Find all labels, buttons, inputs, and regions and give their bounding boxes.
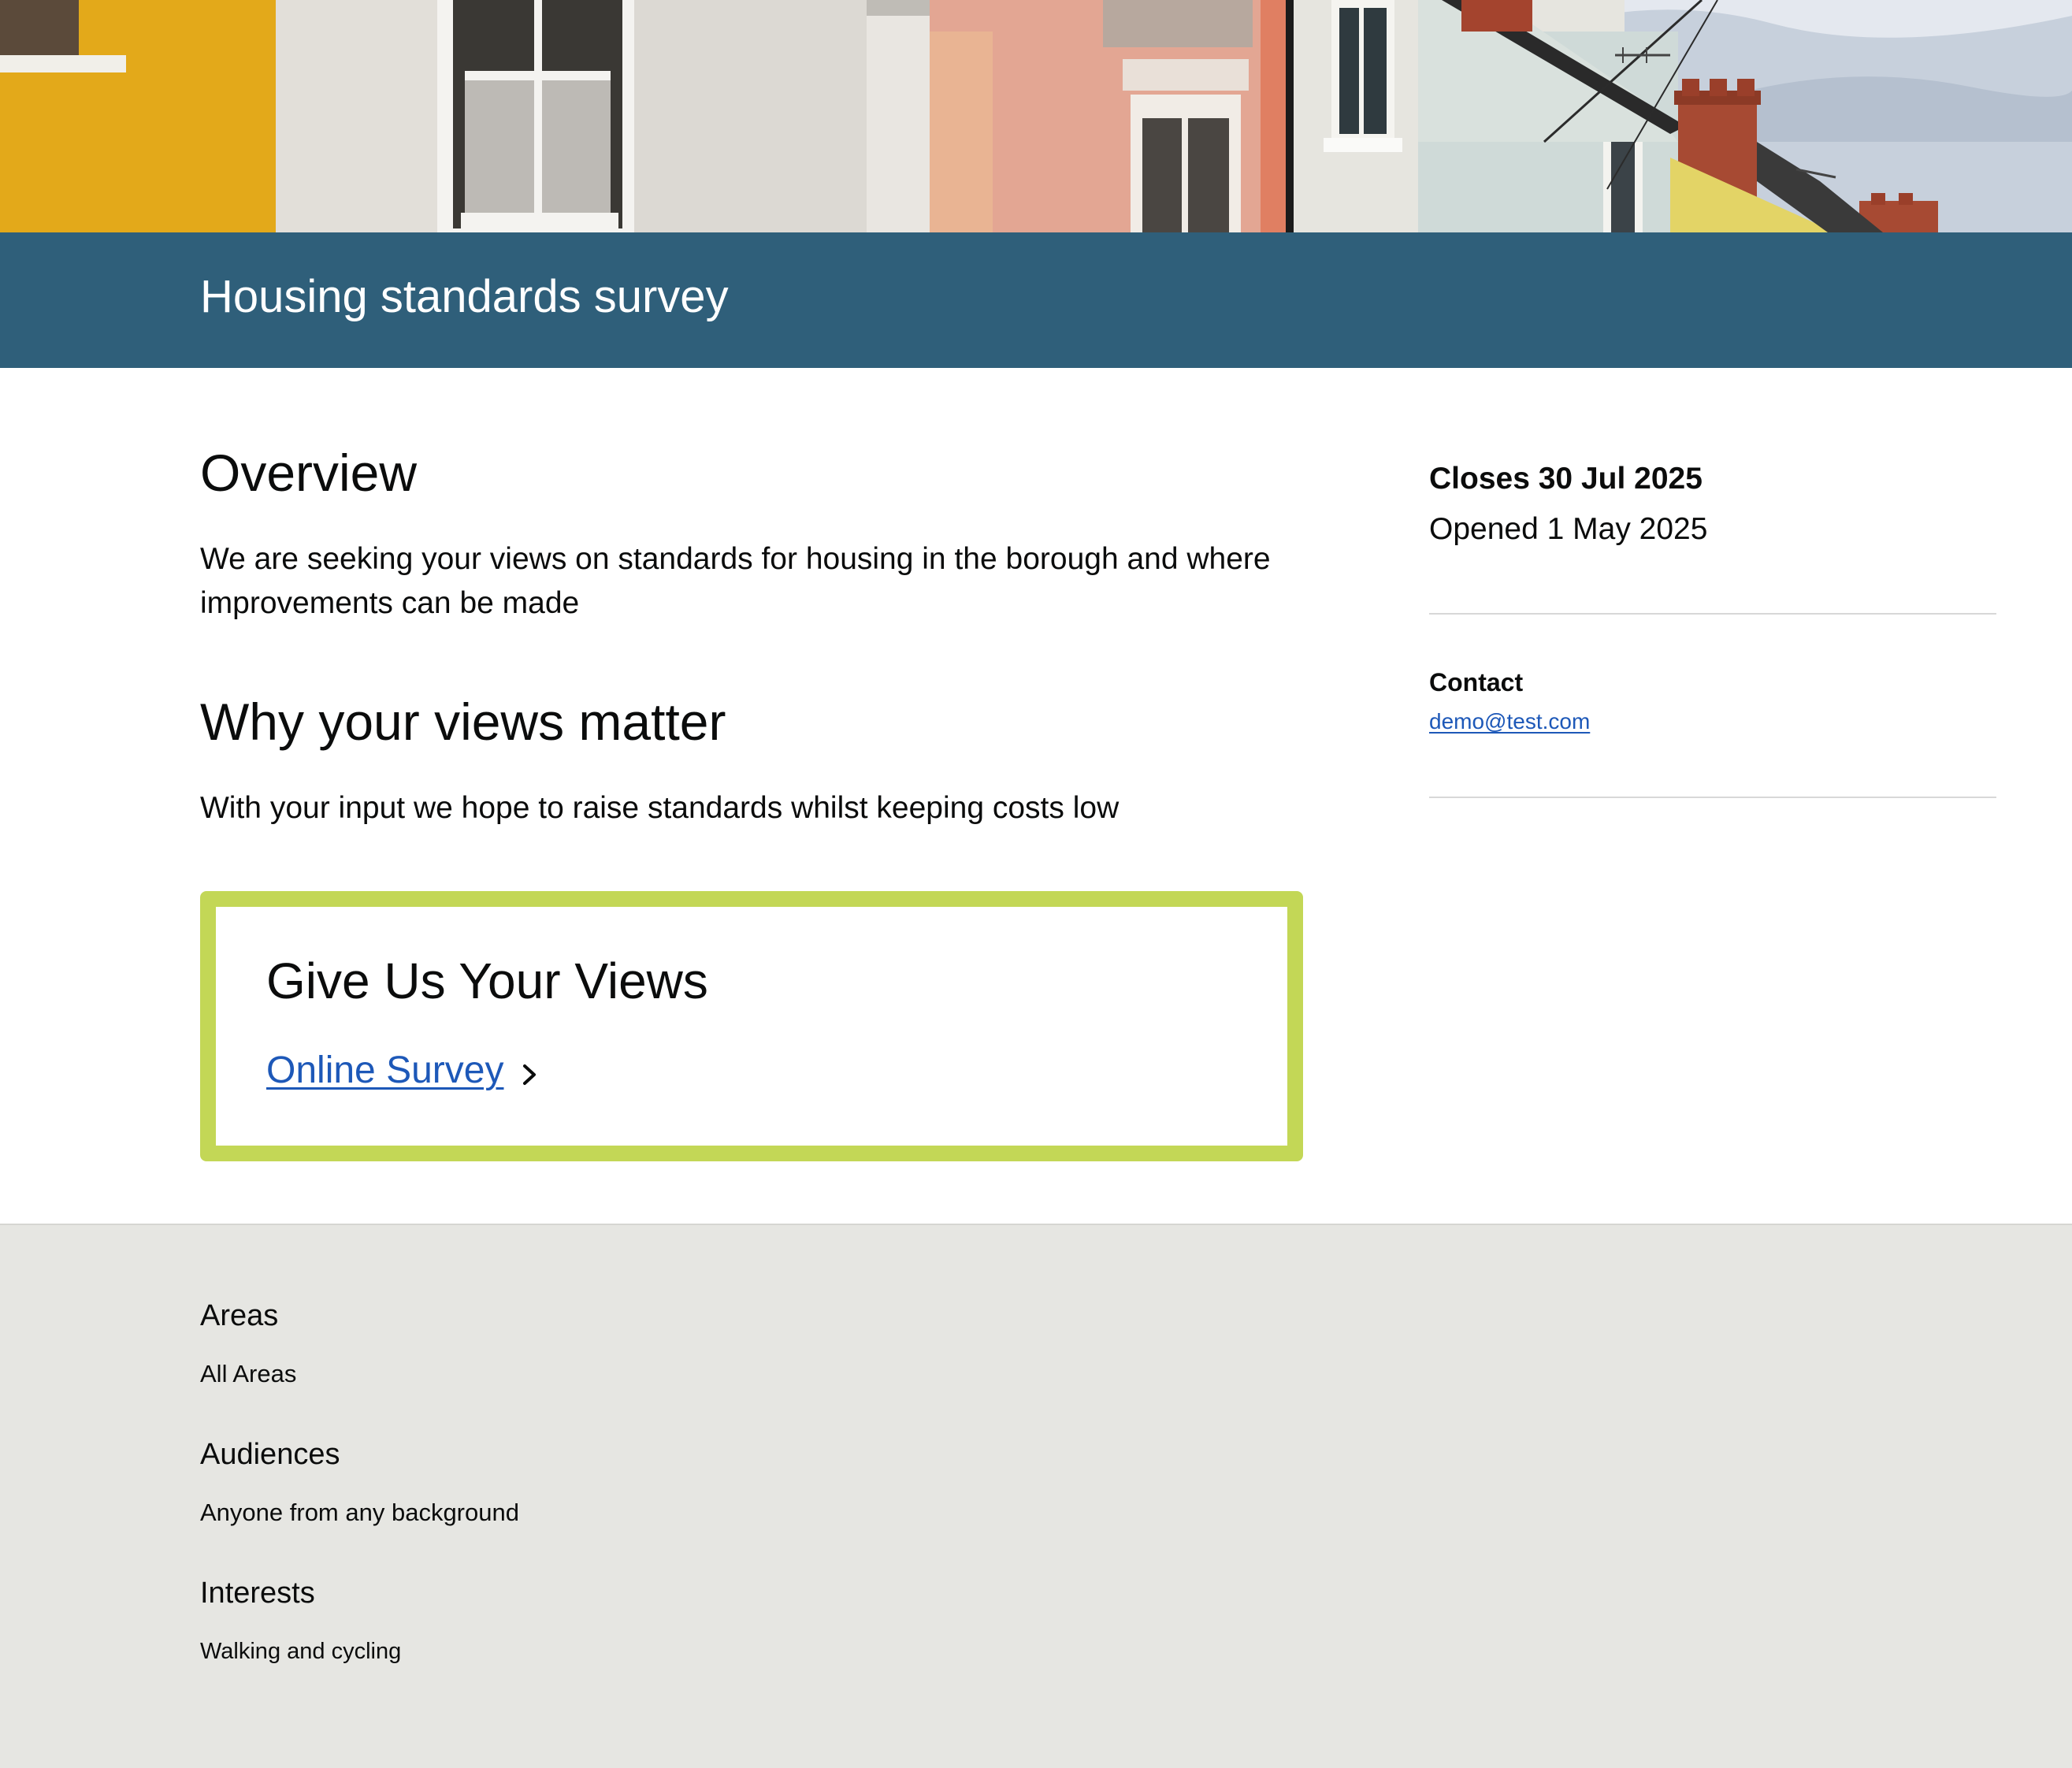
contact-email-link[interactable]: demo@test.com — [1429, 706, 1590, 737]
why-text: With your input we hope to raise standar… — [200, 791, 1120, 825]
closing-date: Closes 30 Jul 2025 — [1429, 462, 1703, 496]
chevron-right-icon — [518, 1055, 541, 1086]
give-views-box: Give Us Your Views Online Survey — [200, 891, 1303, 1161]
why-heading: Why your views matter — [200, 693, 726, 751]
areas-title: Areas — [200, 1299, 279, 1332]
tags-footer: Areas All Areas Audiences Anyone from an… — [0, 1224, 2072, 1768]
sidebar-divider — [1429, 797, 1996, 798]
opening-date: Opened 1 May 2025 — [1429, 512, 1708, 546]
page-title: Housing standards survey — [200, 271, 729, 322]
interests-title: Interests — [200, 1577, 315, 1610]
online-survey-link[interactable]: Online Survey — [266, 1047, 541, 1094]
sidebar-divider — [1429, 613, 1996, 615]
give-views-heading: Give Us Your Views — [266, 953, 708, 1009]
interests-value: Walking and cycling — [200, 1639, 402, 1664]
hero-image — [0, 0, 2072, 232]
audiences-value: Anyone from any background — [200, 1499, 519, 1526]
audiences-title: Audiences — [200, 1438, 340, 1471]
overview-text: We are seeking your views on standards f… — [200, 542, 1271, 620]
overview-heading: Overview — [200, 444, 418, 502]
online-survey-label: Online Survey — [266, 1049, 504, 1091]
areas-value: All Areas — [200, 1360, 297, 1387]
contact-label: Contact — [1429, 668, 1524, 696]
page-title-bar: Housing standards survey — [0, 232, 2072, 368]
